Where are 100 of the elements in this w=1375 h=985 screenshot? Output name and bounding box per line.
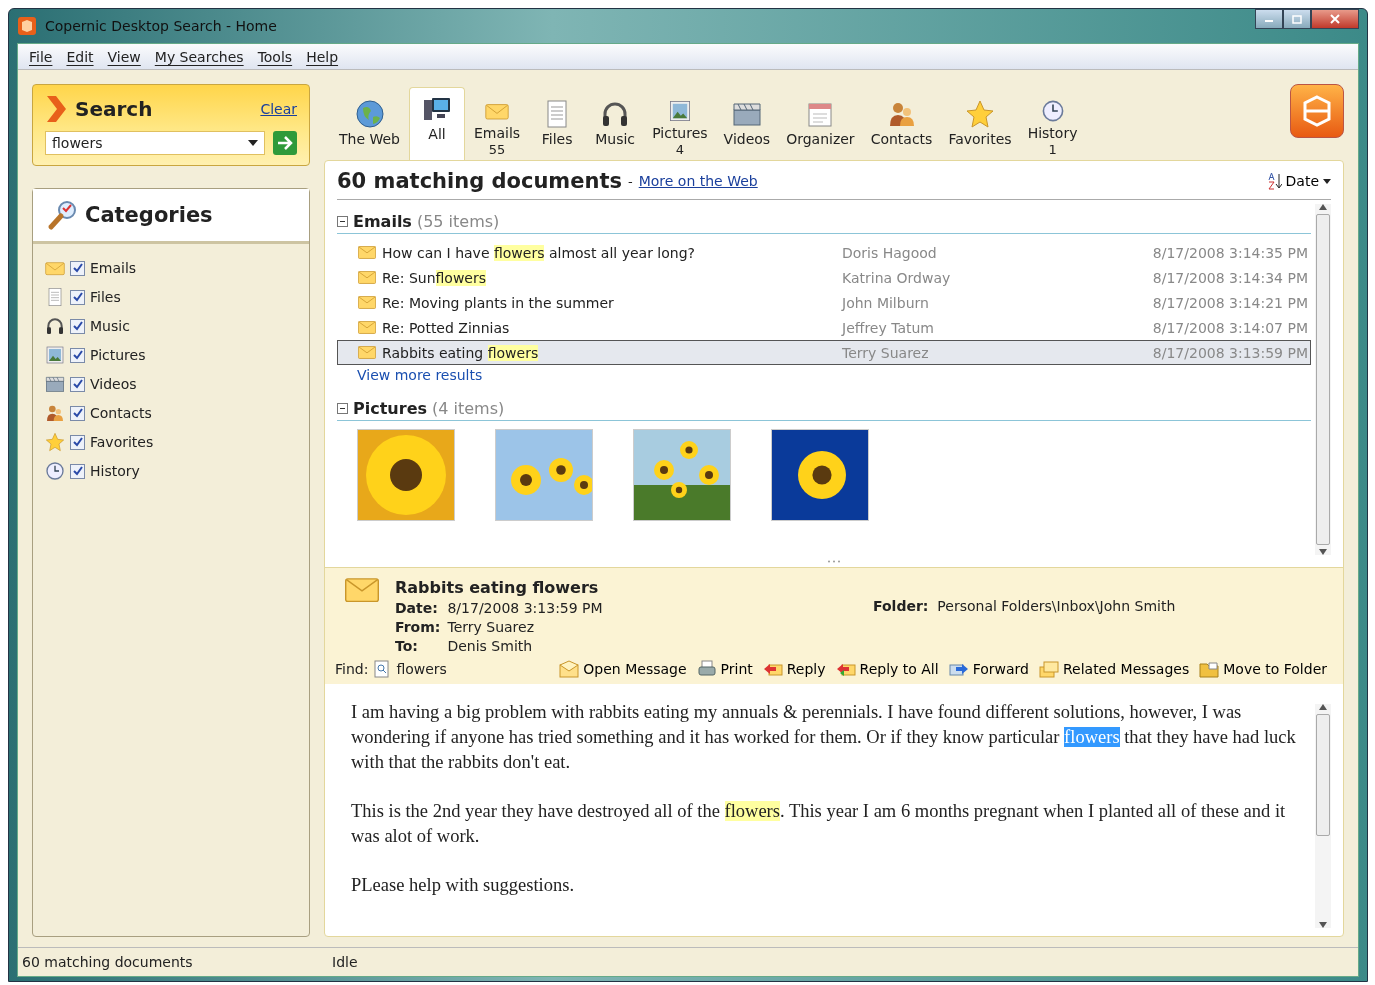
category-label[interactable]: Pictures <box>90 347 146 363</box>
category-label[interactable]: Emails <box>90 260 137 276</box>
web-link[interactable]: More on the Web <box>638 173 758 189</box>
email-row[interactable]: Re: Moving plants in the summer John Milburn 8/17/2008 3:14:21 PM <box>337 290 1311 315</box>
menu-item[interactable]: Tools <box>252 46 298 67</box>
email-row[interactable]: Rabbits eating flowers Terry Suarez 8/17/2008 3:13:59 PM <box>337 340 1311 365</box>
category-tab[interactable]: Contacts <box>863 92 940 160</box>
message-paragraph: I am having a big problem with rabbits eating my annuals & perennials. I have found different solutions, however, I was wondering if anyone has tried something and it has worked for them. Or if they know particular flowers that they have had luck with that the rabbits don't eat. <box>351 701 1297 774</box>
message-paragraph: This is the 2nd year they have destroyed all of the flowers. This year I am 6 months pregnant when I planted all of these and it was alot of work. <box>351 800 1287 848</box>
message-action-button[interactable]: Open Message <box>557 660 689 678</box>
checkbox[interactable] <box>70 289 85 305</box>
envelope-icon <box>358 321 376 334</box>
photo-placeholder[interactable] <box>495 429 593 521</box>
email-row[interactable]: Re: Sunflowers Katrina Ordway 8/17/2008 3:14:34 PM <box>337 265 1311 290</box>
message-field: Date: 8/17/2008 3:13:59 PM <box>395 600 857 616</box>
photo-placeholder[interactable] <box>357 429 455 521</box>
photo-placeholder[interactable] <box>771 429 869 521</box>
group-title: Pictures <box>353 399 427 418</box>
menu-item[interactable]: View <box>102 46 146 67</box>
star-icon <box>45 432 65 452</box>
message-action-button[interactable]: Move to Folder <box>1197 660 1329 678</box>
category-tab[interactable]: Pictures 4 <box>645 92 715 160</box>
caret-icon <box>1323 178 1331 184</box>
folder-icon <box>1199 660 1220 678</box>
category-label[interactable]: Contacts <box>90 405 152 421</box>
menu-item[interactable]: Edit <box>61 46 99 67</box>
sort-button[interactable]: Date <box>1267 172 1331 190</box>
results-heading: 60 matching documents <box>337 169 622 193</box>
app-logo-icon <box>17 16 37 36</box>
scrollbar[interactable] <box>1315 704 1331 928</box>
maximize-button[interactable] <box>1283 9 1311 29</box>
scroll-down-icon[interactable] <box>1319 922 1327 928</box>
menu-item[interactable]: My Searches <box>149 46 249 67</box>
maximize-icon <box>1292 14 1302 24</box>
photo-placeholder[interactable] <box>633 429 731 521</box>
find-icon <box>374 660 391 678</box>
scroll-up-icon[interactable] <box>1319 704 1327 710</box>
collapse-toggle[interactable] <box>337 216 348 227</box>
collapse-toggle[interactable] <box>337 403 348 414</box>
checkbox[interactable] <box>70 405 85 421</box>
find-label: Find: <box>335 661 369 677</box>
star-icon <box>965 99 995 129</box>
menu-item[interactable]: File <box>24 46 58 67</box>
category-tab[interactable]: Favorites <box>941 92 1019 160</box>
email-date: 8/17/2008 3:14:21 PM <box>1152 294 1309 311</box>
scroll-down-icon[interactable] <box>1319 549 1327 555</box>
message-action-button[interactable]: Print <box>694 660 755 678</box>
email-date: 8/17/2008 3:13:59 PM <box>1152 344 1309 361</box>
category-tab[interactable]: History 1 <box>1020 92 1085 160</box>
checkbox[interactable] <box>70 434 85 450</box>
email-subject: Re: Potted Zinnias <box>382 319 511 336</box>
chevron-icon <box>45 95 67 123</box>
more-results-link[interactable]: View more results <box>337 367 1311 383</box>
category-tab[interactable]: The Web <box>332 92 407 160</box>
message-action-button[interactable]: Forward <box>946 660 1031 678</box>
group-count: (55 items) <box>416 212 500 231</box>
envelope-icon <box>358 271 376 284</box>
category-tab[interactable]: All <box>409 87 465 161</box>
app-logo[interactable] <box>1290 84 1344 138</box>
category-tab[interactable]: Organizer <box>779 92 862 160</box>
message-field: To: Denis Smith <box>395 638 857 654</box>
scroll-up-icon[interactable] <box>1319 204 1327 210</box>
email-row[interactable]: Re: Potted Zinnias Jeffrey Tatum 8/17/2008 3:14:07 PM <box>337 315 1311 340</box>
dropdown-arrow-icon[interactable] <box>248 140 258 146</box>
message-folder: Folder: Personal Folders\Inbox\John Smith <box>873 598 1176 616</box>
scrollbar[interactable] <box>1315 204 1331 555</box>
category-label[interactable]: Music <box>90 318 130 334</box>
minimize-button[interactable] <box>1255 9 1283 29</box>
message-field: From: Terry Suarez <box>395 619 857 635</box>
message-action-button[interactable]: Related Messages <box>1036 660 1192 678</box>
category-label[interactable]: Files <box>90 289 121 305</box>
category-tab[interactable]: Emails 55 <box>467 92 528 160</box>
category-tab[interactable]: Files <box>529 92 586 160</box>
checkbox[interactable] <box>70 463 85 479</box>
search-field[interactable]: flowers <box>45 131 265 155</box>
message-action-button[interactable]: Reply <box>760 660 828 678</box>
checkbox[interactable] <box>70 347 85 363</box>
envelope-icon <box>358 246 376 259</box>
category-tab[interactable]: Music <box>587 92 644 160</box>
envelope-icon <box>358 346 376 359</box>
message-action-button[interactable]: Reply to All <box>833 660 941 678</box>
category-label[interactable]: History <box>90 463 140 479</box>
menu-item[interactable]: Help <box>301 46 344 67</box>
picture-icon <box>45 345 65 365</box>
splitter-handle[interactable] <box>827 559 841 563</box>
email-sender: Doris Hagood <box>842 244 938 261</box>
envelope-icon <box>345 578 379 603</box>
clear-link[interactable]: Clear <box>260 101 297 117</box>
category-label[interactable]: Videos <box>90 376 137 392</box>
category-tab[interactable]: Videos <box>716 92 778 160</box>
email-row[interactable]: How can I have flowers almost all year long? Doris Hagood 8/17/2008 3:14:35 PM <box>337 240 1311 265</box>
close-button[interactable] <box>1311 9 1359 29</box>
checkbox[interactable] <box>70 260 85 276</box>
checkbox[interactable] <box>70 376 85 392</box>
magnifier-icon <box>47 199 79 231</box>
checkbox[interactable] <box>70 318 85 334</box>
categories-title: Categories <box>85 203 213 227</box>
category-label[interactable]: Favorites <box>90 434 154 450</box>
printer-icon <box>696 660 717 678</box>
email-subject: Re: Moving plants in the summer <box>382 294 615 311</box>
